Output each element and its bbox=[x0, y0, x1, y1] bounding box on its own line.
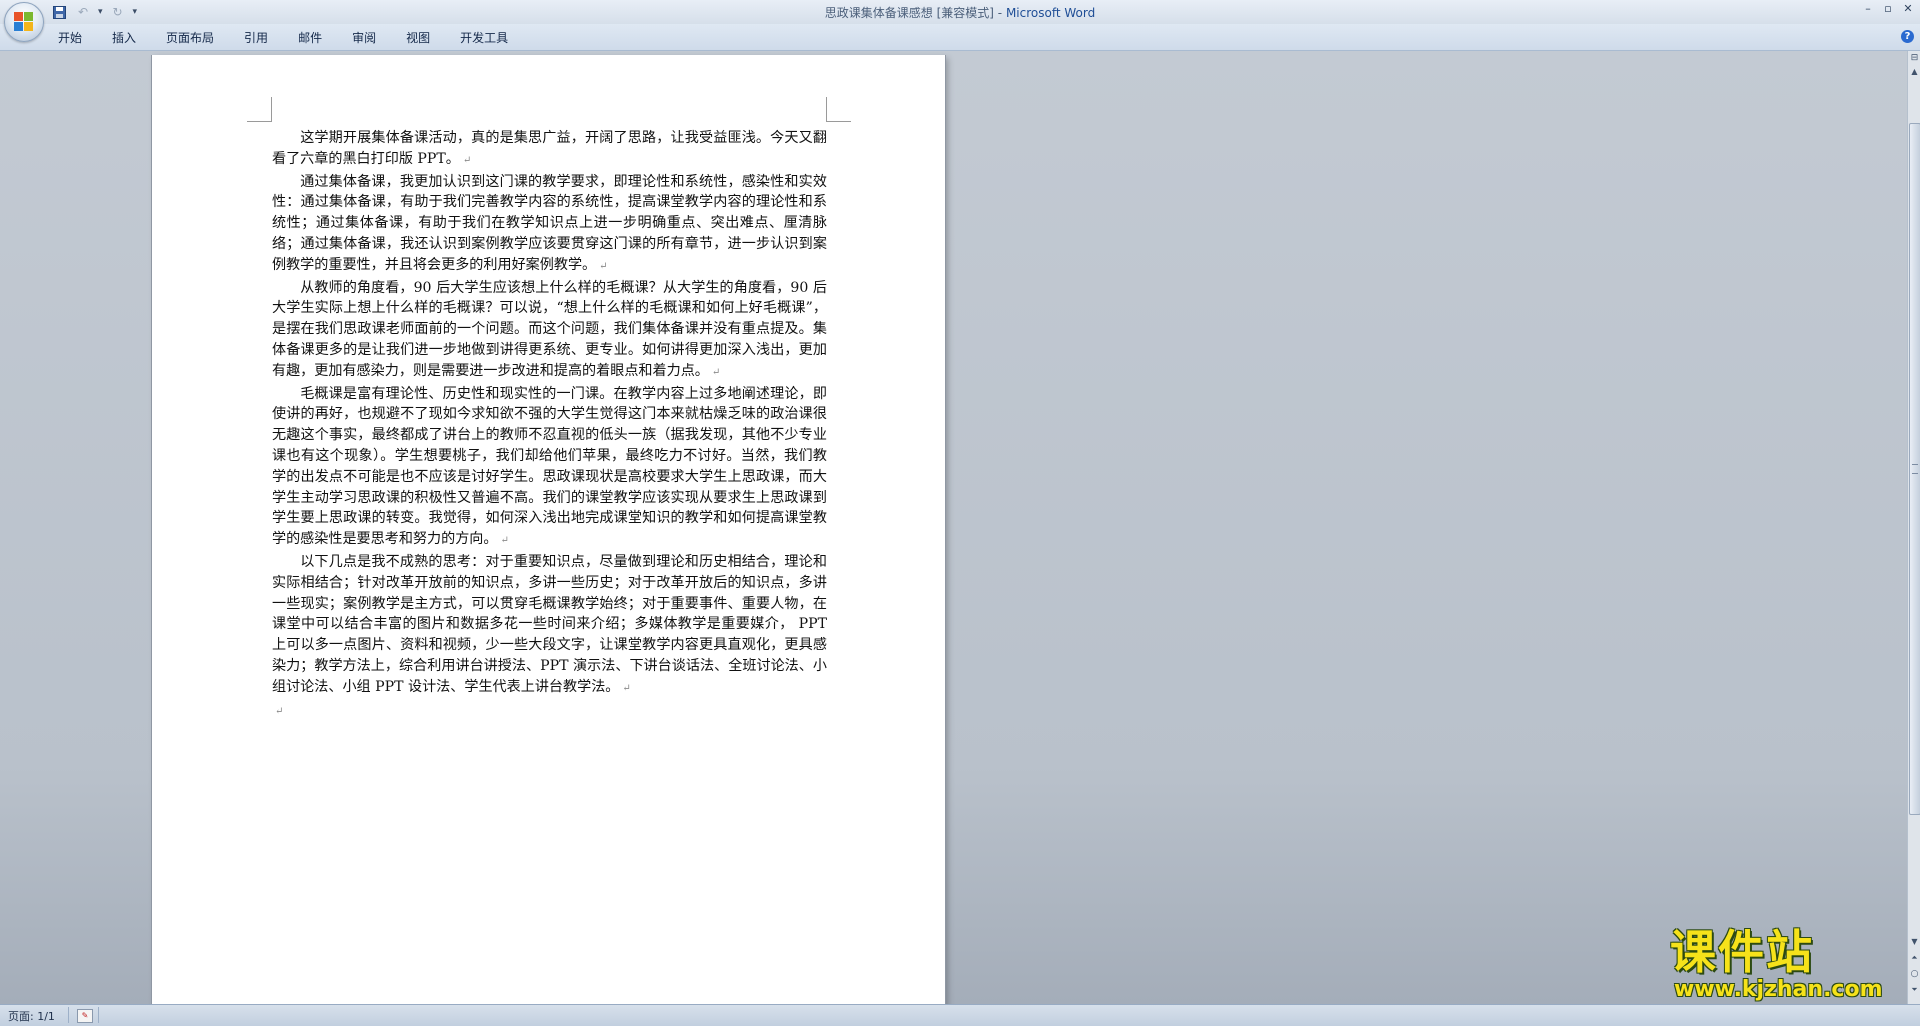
previous-page-icon[interactable]: ⏶ bbox=[1909, 953, 1920, 967]
tab-mailings[interactable]: 邮件 bbox=[298, 29, 322, 46]
margin-corner-top-right bbox=[826, 97, 851, 122]
scroll-grip-icon bbox=[1912, 464, 1918, 474]
window-controls: – ▫ ✕ bbox=[1860, 2, 1916, 16]
paragraph: 通过集体备课，我更加认识到这门课的教学要求，即理论性和系统性，感染性和实效性：通… bbox=[272, 173, 827, 273]
restore-icon[interactable]: ▫ bbox=[1880, 2, 1896, 16]
scroll-up-icon[interactable]: ▲ bbox=[1909, 67, 1920, 79]
scroll-down-icon[interactable]: ▼ bbox=[1909, 937, 1920, 949]
ribbon-tabs: 开始 插入 页面布局 引用 邮件 审阅 视图 开发工具 bbox=[58, 29, 508, 46]
title-separator: - bbox=[993, 6, 1006, 20]
proofing-icon[interactable]: ✎ bbox=[77, 1009, 93, 1023]
window-title: 思政课集体备课感想 [兼容模式] - Microsoft Word bbox=[0, 4, 1920, 21]
document-title: 思政课集体备课感想 [兼容模式] bbox=[824, 6, 994, 20]
paragraph: 毛概课是富有理论性、历史性和现实性的一门课。在教学内容上过多地阐述理论，即使讲的… bbox=[272, 385, 827, 548]
tab-references[interactable]: 引用 bbox=[244, 29, 268, 46]
ruler-toggle-icon[interactable]: ⊟ bbox=[1909, 53, 1920, 65]
minimize-icon[interactable]: – bbox=[1860, 2, 1876, 16]
ribbon-tabs-bar: 开始 插入 页面布局 引用 邮件 审阅 视图 开发工具 ? bbox=[0, 24, 1920, 51]
paragraph-mark: ↵ bbox=[711, 366, 721, 378]
paragraph-mark: ↵ bbox=[275, 705, 284, 717]
watermark-logo: 课件站 www.kjzhan.com bbox=[1670, 926, 1900, 1002]
empty-paragraph: ↵ bbox=[272, 700, 827, 723]
tab-review[interactable]: 审阅 bbox=[352, 29, 376, 46]
status-bar: 页面: 1/1 ✎ bbox=[0, 1004, 1920, 1026]
document-body[interactable]: 这学期开展集体备课活动，真的是集思广益，开阔了思路，让我受益匪浅。今天又翻看了六… bbox=[272, 128, 827, 722]
office-logo-icon bbox=[14, 12, 34, 32]
page-count[interactable]: 页面: 1/1 bbox=[8, 1008, 55, 1024]
next-page-icon[interactable]: ⏷ bbox=[1909, 985, 1920, 999]
tab-view[interactable]: 视图 bbox=[406, 29, 430, 46]
margin-corner-top-left bbox=[247, 97, 272, 122]
title-bar: ↶ ▾ ↻ ▾ 思政课集体备课感想 [兼容模式] - Microsoft Wor… bbox=[0, 0, 1920, 25]
app-name: Microsoft Word bbox=[1005, 6, 1096, 20]
status-separator bbox=[68, 1007, 69, 1023]
browse-object-icon[interactable]: ○ bbox=[1909, 969, 1920, 983]
paragraph: 从教师的角度看，90 后大学生应该想上什么样的毛概课？从大学生的角度看，90 后… bbox=[272, 279, 827, 379]
document-page[interactable]: 这学期开展集体备课活动，真的是集思广益，开阔了思路，让我受益匪浅。今天又翻看了六… bbox=[152, 55, 945, 1004]
close-icon[interactable]: ✕ bbox=[1900, 2, 1916, 16]
status-separator bbox=[98, 1007, 99, 1023]
paragraph-mark: ↵ bbox=[462, 154, 472, 166]
paragraph: 以下几点是我不成熟的思考：对于重要知识点，尽量做到理论和历史相结合，理论和实际相… bbox=[272, 553, 827, 695]
paragraph: 这学期开展集体备课活动，真的是集思广益，开阔了思路，让我受益匪浅。今天又翻看了六… bbox=[272, 130, 827, 167]
tab-developer[interactable]: 开发工具 bbox=[460, 29, 508, 46]
help-icon[interactable]: ? bbox=[1901, 30, 1914, 43]
tab-home[interactable]: 开始 bbox=[58, 29, 82, 46]
tab-page-layout[interactable]: 页面布局 bbox=[166, 29, 214, 46]
watermark-url: www.kjzhan.com bbox=[1674, 977, 1883, 1002]
paragraph-mark: ↵ bbox=[622, 682, 631, 694]
paragraph-mark: ↵ bbox=[500, 535, 509, 547]
tab-insert[interactable]: 插入 bbox=[112, 29, 136, 46]
scroll-thumb[interactable] bbox=[1909, 123, 1920, 815]
document-workspace: 这学期开展集体备课活动，真的是集思广益，开阔了思路，让我受益匪浅。今天又翻看了六… bbox=[0, 51, 1907, 1004]
office-button[interactable] bbox=[4, 2, 44, 42]
paragraph-mark: ↵ bbox=[599, 260, 608, 272]
vertical-scrollbar[interactable]: ⊟ ▲ ▼ ⏶ ○ ⏷ bbox=[1907, 51, 1920, 1004]
watermark-brand: 课件站 bbox=[1670, 925, 1814, 979]
